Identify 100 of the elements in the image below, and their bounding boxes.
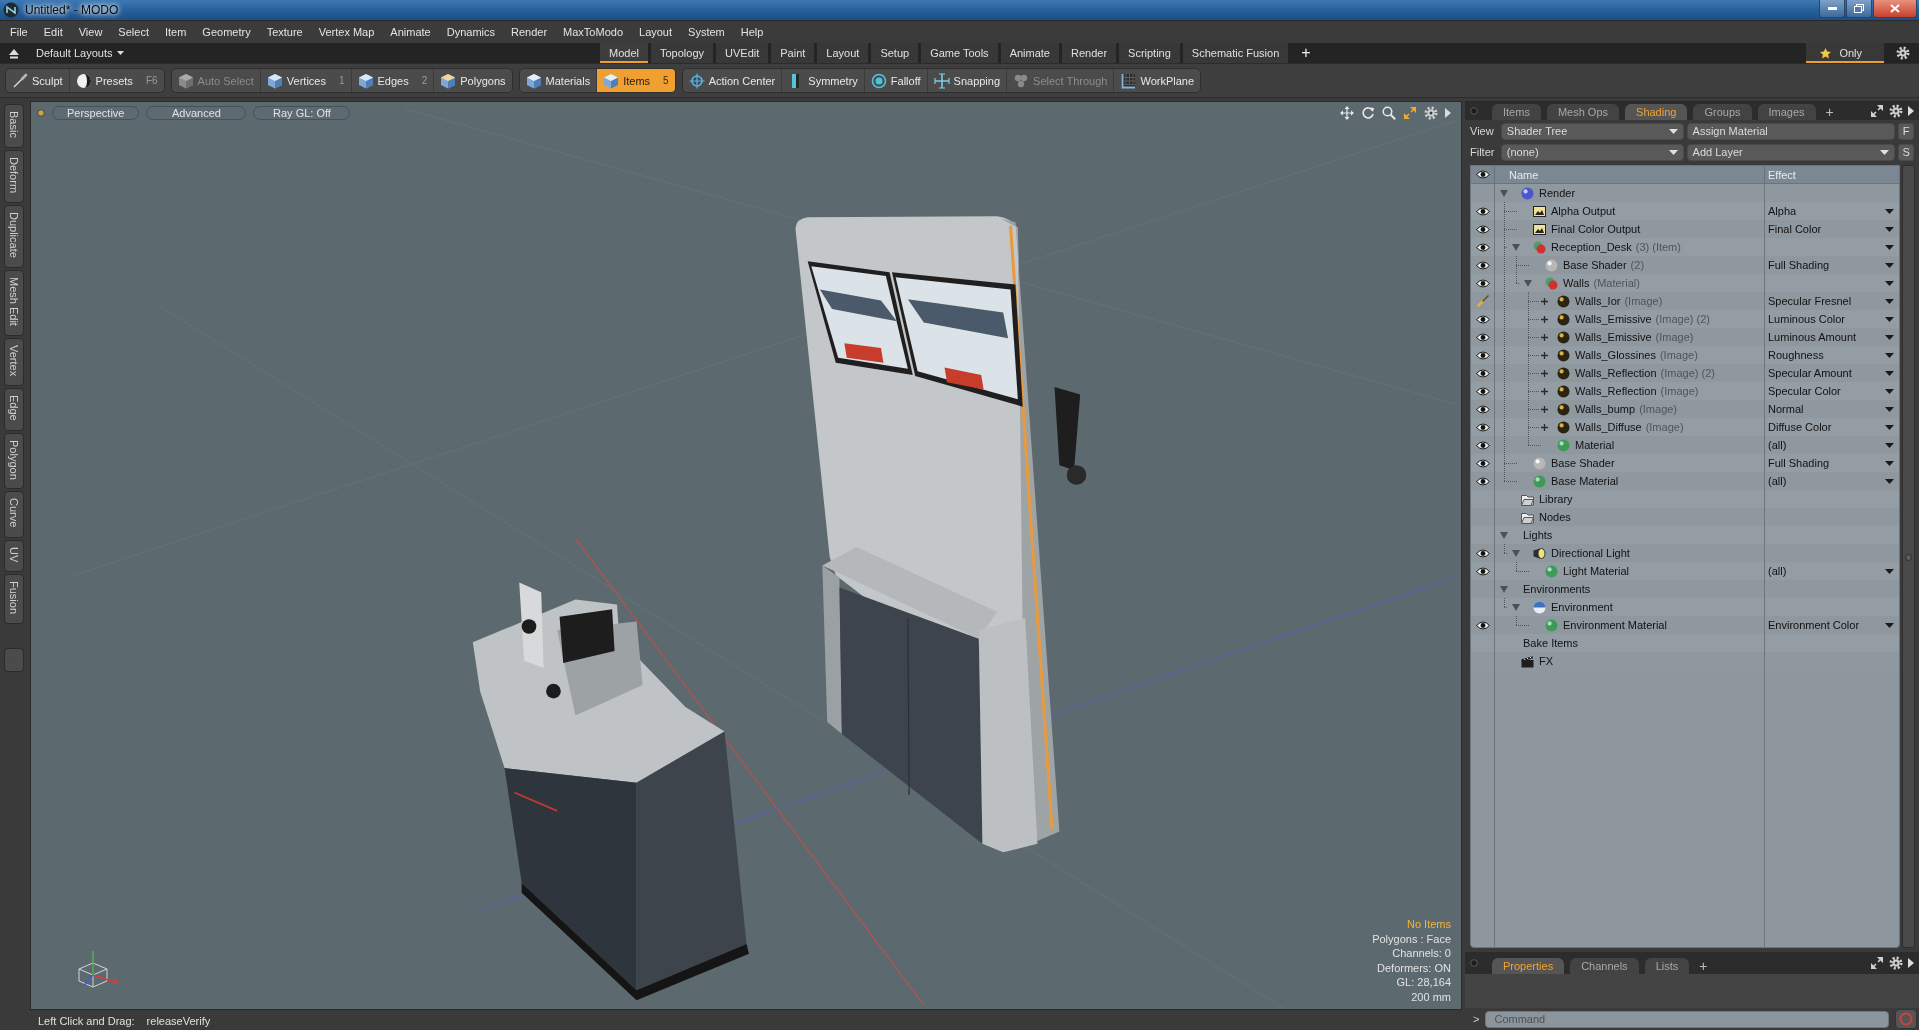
tree-row[interactable]: Lights	[1471, 526, 1899, 544]
f-button[interactable]: F	[1898, 122, 1914, 140]
side-tab[interactable]: Deform	[4, 149, 24, 203]
settings-icon[interactable]	[1896, 46, 1910, 60]
plus-icon[interactable]	[1541, 351, 1548, 359]
view-button[interactable]: Perspective	[52, 105, 140, 120]
expand-icon[interactable]	[1870, 103, 1884, 118]
caret-icon[interactable]	[1885, 244, 1894, 250]
s-button[interactable]: S	[1898, 143, 1914, 161]
eye-icon[interactable]	[1475, 620, 1490, 630]
dot-icon[interactable]	[1470, 106, 1478, 115]
layout-tab[interactable]: Topology	[650, 43, 713, 63]
tree-row[interactable]: Reception_Desk (3) (Item)	[1471, 238, 1899, 256]
view-button[interactable]: Advanced	[146, 105, 247, 120]
side-tab[interactable]: Mesh Edit	[4, 269, 24, 336]
caret-icon[interactable]	[1885, 388, 1894, 394]
expand-icon[interactable]	[1870, 956, 1884, 970]
scrollbar[interactable]	[1902, 165, 1915, 948]
menu-item[interactable]: Help	[732, 26, 772, 38]
caret-icon[interactable]	[1885, 316, 1894, 322]
add-tab-button[interactable]: +	[1821, 103, 1838, 120]
view-dropdown[interactable]: Shader Tree	[1500, 122, 1684, 140]
layout-tab[interactable]: Scripting	[1119, 43, 1180, 63]
brush-icon[interactable]	[1476, 295, 1489, 307]
caret-icon[interactable]	[1885, 460, 1894, 466]
tree-row[interactable]: Light Material (all)	[1471, 562, 1899, 580]
side-tab[interactable]: Curve	[4, 491, 24, 538]
caret-icon[interactable]	[1885, 568, 1894, 574]
layout-tab[interactable]: Schematic Fusion	[1182, 43, 1289, 63]
menu-item[interactable]: Geometry	[194, 26, 259, 38]
layout-tab[interactable]: Animate	[1000, 43, 1059, 63]
tool-button[interactable]: Presets F6	[68, 69, 164, 92]
tree-row[interactable]: Walls_Emissive (Image) (2) Luminous Color	[1471, 310, 1899, 328]
tool-button[interactable]: Materials	[519, 69, 597, 92]
scroll-handle[interactable]	[1905, 554, 1912, 561]
panel-tab[interactable]: Channels	[1570, 958, 1639, 974]
eye-icon[interactable]	[1475, 422, 1490, 432]
menu-item[interactable]: File	[2, 26, 36, 38]
tree-row[interactable]: Base Shader Full Shading	[1471, 454, 1899, 472]
tool-button[interactable]: Symmetry	[781, 69, 864, 92]
eye-icon[interactable]	[1475, 314, 1490, 324]
caret-icon[interactable]	[1885, 424, 1894, 430]
plus-icon[interactable]	[1541, 315, 1548, 323]
triangle-right-icon[interactable]	[1908, 958, 1914, 968]
plus-icon[interactable]	[1541, 423, 1548, 431]
record-button[interactable]	[1895, 1009, 1917, 1029]
caret-icon[interactable]	[1885, 262, 1894, 268]
tool-button[interactable]: Sculpt	[6, 69, 69, 92]
settings-icon[interactable]	[1889, 103, 1903, 118]
menu-item[interactable]: Item	[156, 26, 195, 38]
layout-tab[interactable]: Paint	[771, 43, 815, 63]
add-tab-button[interactable]: +	[1291, 43, 1321, 63]
eye-icon[interactable]	[1475, 260, 1490, 270]
eye-icon[interactable]	[1475, 206, 1490, 216]
side-tab[interactable]: Fusion	[4, 574, 24, 625]
menu-item[interactable]: Render	[503, 26, 556, 38]
menu-item[interactable]: Vertex Map	[310, 26, 383, 38]
eye-icon[interactable]	[1475, 566, 1490, 576]
tree-row[interactable]: Walls_Glossines (Image) Roughness	[1471, 346, 1899, 364]
magnifier-icon[interactable]	[1382, 105, 1396, 120]
side-tab[interactable]: Basic	[4, 104, 24, 148]
rotate-icon[interactable]	[1361, 105, 1375, 120]
triangle-icon[interactable]	[1524, 279, 1532, 287]
triangle-icon[interactable]	[1500, 585, 1508, 593]
tool-button[interactable]: Edges 2	[350, 69, 434, 92]
eye-icon[interactable]	[1475, 224, 1490, 234]
eye-icon[interactable]	[1475, 404, 1490, 414]
menu-item[interactable]: View	[70, 26, 111, 38]
layout-tab[interactable]: UVEdit	[716, 43, 769, 63]
layout-dropdown[interactable]: Default Layouts	[34, 47, 127, 59]
menu-item[interactable]: MaxToModo	[555, 26, 631, 38]
plus-icon[interactable]	[1541, 387, 1548, 395]
tree-row[interactable]: Walls_Diffuse (Image) Diffuse Color	[1471, 418, 1899, 436]
panel-tab[interactable]: Items	[1492, 104, 1541, 120]
tool-button[interactable]: Vertices 1	[259, 69, 351, 92]
caret-icon[interactable]	[1885, 622, 1894, 628]
eye-icon[interactable]	[1475, 350, 1490, 360]
settings-icon[interactable]	[1889, 956, 1903, 970]
assign-material-button[interactable]: Assign Material	[1686, 122, 1896, 140]
dot-icon[interactable]	[1470, 959, 1478, 967]
menu-item[interactable]: Layout	[631, 26, 681, 38]
tool-button[interactable]: WorkPlane	[1113, 69, 1201, 92]
command-field[interactable]: Command	[1485, 1010, 1889, 1028]
eye-icon[interactable]	[1475, 332, 1490, 342]
restore-button[interactable]	[1846, 0, 1872, 18]
add-layer-dropdown[interactable]: Add Layer	[1686, 143, 1896, 161]
caret-icon[interactable]	[1885, 334, 1894, 340]
caret-icon[interactable]	[1885, 406, 1894, 412]
only-toggle[interactable]: Only	[1806, 43, 1884, 63]
tree-row[interactable]: Environment	[1471, 598, 1899, 616]
eye-icon[interactable]	[1475, 386, 1490, 396]
tool-button[interactable]: Items 5	[596, 69, 675, 92]
tool-button[interactable]: Polygons	[433, 69, 512, 92]
close-button[interactable]	[1873, 0, 1917, 18]
view-button[interactable]: Ray GL: Off	[253, 105, 351, 120]
tree-row[interactable]: Walls (Material)	[1471, 274, 1899, 292]
eject-icon[interactable]	[8, 47, 20, 59]
eye-icon[interactable]	[1475, 242, 1490, 252]
caret-icon[interactable]	[1885, 442, 1894, 448]
tool-button[interactable]: Snapping	[926, 69, 1007, 92]
